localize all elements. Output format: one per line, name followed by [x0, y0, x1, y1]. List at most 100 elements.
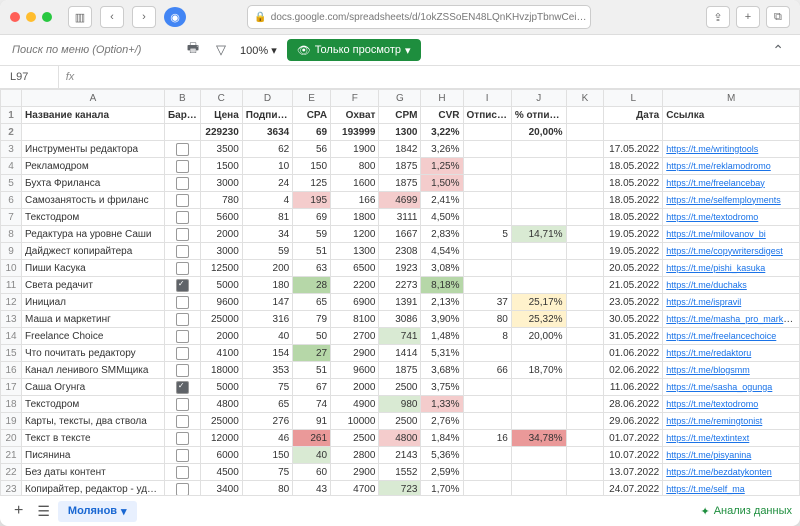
- cell[interactable]: 1,33%: [421, 396, 463, 413]
- cell[interactable]: 1200: [331, 226, 379, 243]
- cell[interactable]: 40: [293, 447, 331, 464]
- cell[interactable]: 1,84%: [421, 430, 463, 447]
- cell[interactable]: [164, 396, 200, 413]
- row-header[interactable]: 18: [1, 396, 22, 413]
- cell[interactable]: 1600: [331, 175, 379, 192]
- cell[interactable]: 1300: [331, 243, 379, 260]
- cell[interactable]: 11.06.2022: [604, 379, 663, 396]
- cell[interactable]: 1,25%: [421, 158, 463, 175]
- cell[interactable]: [164, 243, 200, 260]
- row-header[interactable]: 21: [1, 447, 22, 464]
- row-header[interactable]: 15: [1, 345, 22, 362]
- cell[interactable]: [511, 379, 566, 396]
- cell[interactable]: 276: [242, 413, 292, 430]
- channel-link[interactable]: https://t.me/masha_pro_marketing: [666, 314, 799, 325]
- cell[interactable]: 193999: [331, 124, 379, 141]
- cell[interactable]: 9600: [331, 362, 379, 379]
- cell[interactable]: [463, 447, 511, 464]
- cell[interactable]: 20.05.2022: [604, 260, 663, 277]
- cell[interactable]: 195: [293, 192, 331, 209]
- cell[interactable]: 125: [293, 175, 331, 192]
- cell[interactable]: 4800: [200, 396, 242, 413]
- cell[interactable]: 12500: [200, 260, 242, 277]
- cell[interactable]: 800: [331, 158, 379, 175]
- cell[interactable]: 62: [242, 141, 292, 158]
- cell[interactable]: [566, 328, 604, 345]
- col-header[interactable]: J: [511, 90, 566, 107]
- cell[interactable]: 19.05.2022: [604, 226, 663, 243]
- channel-link[interactable]: https://t.me/sasha_ogunga: [666, 382, 772, 392]
- cell[interactable]: 180: [242, 277, 292, 294]
- cell[interactable]: 13.07.2022: [604, 464, 663, 481]
- cell[interactable]: [511, 209, 566, 226]
- cell[interactable]: 79: [293, 311, 331, 328]
- cell[interactable]: [164, 311, 200, 328]
- cell[interactable]: [566, 464, 604, 481]
- cell[interactable]: [566, 107, 604, 124]
- col-header[interactable]: F: [331, 90, 379, 107]
- cell[interactable]: 21.05.2022: [604, 277, 663, 294]
- cell[interactable]: https://t.me/pishi_kasuka: [663, 260, 800, 277]
- cell[interactable]: 3086: [379, 311, 421, 328]
- cell[interactable]: Писянина: [22, 447, 165, 464]
- back-button[interactable]: ‹: [100, 6, 124, 28]
- cell[interactable]: 18.05.2022: [604, 192, 663, 209]
- cell[interactable]: [164, 413, 200, 430]
- cell[interactable]: [164, 260, 200, 277]
- cell[interactable]: 28: [293, 277, 331, 294]
- row-header[interactable]: 22: [1, 464, 22, 481]
- cell[interactable]: 5000: [200, 379, 242, 396]
- cell[interactable]: 20,00%: [511, 328, 566, 345]
- cell[interactable]: 6500: [331, 260, 379, 277]
- cell[interactable]: 74: [293, 396, 331, 413]
- col-header[interactable]: I: [463, 90, 511, 107]
- cell[interactable]: 8: [463, 328, 511, 345]
- cell[interactable]: 1,48%: [421, 328, 463, 345]
- cell[interactable]: 3,68%: [421, 362, 463, 379]
- cell[interactable]: 2,59%: [421, 464, 463, 481]
- cell[interactable]: [164, 124, 200, 141]
- cell[interactable]: https://t.me/freelancechoice: [663, 328, 800, 345]
- row-header[interactable]: 19: [1, 413, 22, 430]
- cell[interactable]: 3,08%: [421, 260, 463, 277]
- cell[interactable]: 66: [463, 362, 511, 379]
- cell[interactable]: 9600: [200, 294, 242, 311]
- cell[interactable]: [511, 396, 566, 413]
- cell[interactable]: 63: [293, 260, 331, 277]
- cell[interactable]: 18.05.2022: [604, 175, 663, 192]
- cell[interactable]: 4500: [200, 464, 242, 481]
- cell[interactable]: Света редачит: [22, 277, 165, 294]
- tabs-button[interactable]: ⧉: [766, 6, 790, 28]
- cell[interactable]: 4,50%: [421, 209, 463, 226]
- cell[interactable]: https://t.me/writingtools: [663, 141, 800, 158]
- checkbox[interactable]: [176, 279, 189, 292]
- cell[interactable]: 1800: [331, 209, 379, 226]
- cell[interactable]: CPA: [293, 107, 331, 124]
- cell[interactable]: Текст в тексте: [22, 430, 165, 447]
- cell[interactable]: 2,83%: [421, 226, 463, 243]
- cell[interactable]: 4900: [331, 396, 379, 413]
- checkbox[interactable]: [176, 228, 189, 241]
- cell[interactable]: [164, 447, 200, 464]
- checkbox[interactable]: [176, 143, 189, 156]
- cell[interactable]: Инструменты редактора: [22, 141, 165, 158]
- cell[interactable]: 30.05.2022: [604, 311, 663, 328]
- close-icon[interactable]: [10, 12, 20, 22]
- cell[interactable]: 2700: [331, 328, 379, 345]
- cell[interactable]: 2143: [379, 447, 421, 464]
- col-header[interactable]: H: [421, 90, 463, 107]
- cell[interactable]: 2500: [379, 379, 421, 396]
- cell[interactable]: 12000: [200, 430, 242, 447]
- checkbox[interactable]: [176, 160, 189, 173]
- cell[interactable]: [463, 124, 511, 141]
- row-header[interactable]: 9: [1, 243, 22, 260]
- cell[interactable]: 60: [293, 464, 331, 481]
- channel-link[interactable]: https://t.me/selfemployments: [666, 195, 781, 205]
- cell[interactable]: 29.06.2022: [604, 413, 663, 430]
- cell[interactable]: [164, 464, 200, 481]
- cell[interactable]: 166: [331, 192, 379, 209]
- cell[interactable]: 316: [242, 311, 292, 328]
- add-sheet-button[interactable]: +: [8, 502, 29, 520]
- new-tab-button[interactable]: +: [736, 6, 760, 28]
- cell[interactable]: https://t.me/selfemployments: [663, 192, 800, 209]
